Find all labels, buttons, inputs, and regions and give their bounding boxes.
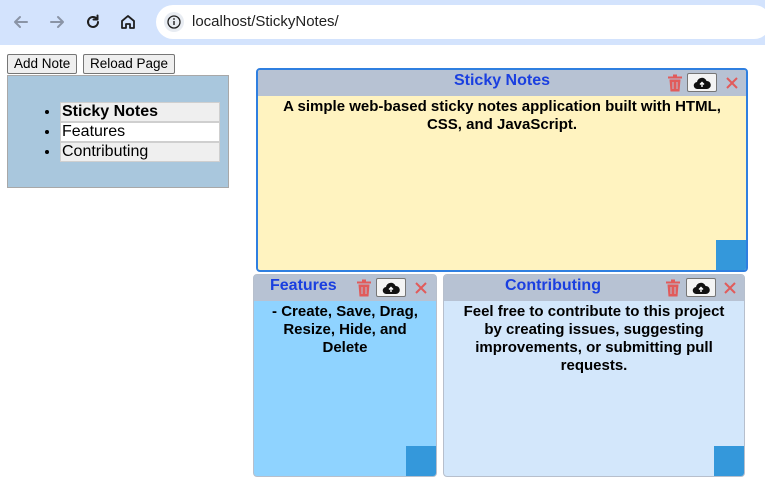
menu-item-features[interactable]: Features [60,122,220,142]
trash-icon[interactable] [667,74,683,92]
cloud-upload-icon [382,282,400,294]
reload-icon[interactable] [80,9,106,35]
note-content[interactable]: Feel free to contribute to this project … [444,301,744,476]
close-icon[interactable] [725,74,739,92]
browser-toolbar: localhost/StickyNotes/ [0,0,765,45]
menu-item-label[interactable]: Contributing [60,142,220,162]
cloud-upload-icon [693,77,711,89]
notes-list: Sticky Notes Features Contributing [39,102,220,162]
address-bar[interactable]: localhost/StickyNotes/ [156,5,765,39]
add-note-button[interactable]: Add Note [7,54,78,74]
notes-menu: Sticky Notes Features Contributing [7,75,229,188]
save-button[interactable] [686,278,716,297]
trash-icon[interactable] [356,279,372,297]
save-button[interactable] [687,73,717,92]
note-content[interactable]: A simple web-based sticky notes applicat… [258,96,746,270]
reload-page-button[interactable]: Reload Page [83,54,176,74]
close-icon[interactable] [723,279,737,297]
sticky-note-features[interactable]: Features - Create, Save, Drag, Resize, H… [253,274,437,477]
sticky-note-contributing[interactable]: Contributing Feel free to contribute to … [443,274,745,477]
sticky-note-main[interactable]: Sticky Notes A simple web-based sticky n… [256,68,748,272]
save-button[interactable] [376,278,406,297]
menu-item-contributing[interactable]: Contributing [60,142,220,162]
note-title: Features [270,277,337,294]
note-header[interactable]: Sticky Notes [258,70,746,96]
forward-arrow-icon[interactable] [44,9,70,35]
close-icon[interactable] [414,279,428,297]
note-header[interactable]: Contributing [444,275,744,301]
resize-handle[interactable] [406,446,436,476]
home-icon[interactable] [115,9,141,35]
menu-item-label[interactable]: Features [60,122,220,142]
menu-item-label[interactable]: Sticky Notes [60,102,220,122]
resize-handle[interactable] [716,240,746,270]
note-header[interactable]: Features [254,275,436,301]
url-text[interactable]: localhost/StickyNotes/ [192,13,339,30]
trash-icon[interactable] [665,279,681,297]
cloud-upload-icon [692,282,710,294]
resize-handle[interactable] [714,446,744,476]
back-arrow-icon[interactable] [8,9,34,35]
menu-item-sticky-notes[interactable]: Sticky Notes [60,102,220,122]
info-icon[interactable] [164,12,184,32]
